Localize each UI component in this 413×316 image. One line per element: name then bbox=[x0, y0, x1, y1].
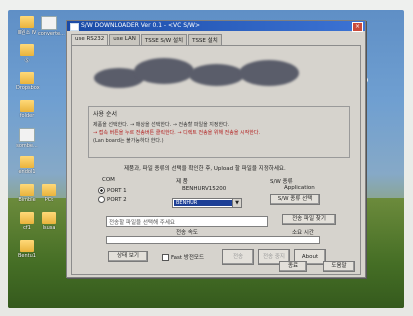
desktop-icon[interactable]: sombe... bbox=[16, 128, 38, 149]
radio-dot bbox=[98, 187, 105, 194]
title-bar[interactable]: S/W DOWNLOADER Ver 0.1 - <VC S/W> × bbox=[67, 21, 365, 32]
tab-lan[interactable]: use LAN bbox=[109, 34, 140, 45]
desktop-icon[interactable]: Isusa bbox=[38, 212, 60, 231]
product-group-title: 제 품 bbox=[176, 179, 188, 185]
desktop-icon[interactable]: Dropsbox bbox=[16, 72, 40, 91]
app-icon bbox=[70, 23, 79, 31]
desktop-icon-label: Bentu1 bbox=[18, 253, 36, 259]
fast-mode-checkbox[interactable]: Fast 방전모드 bbox=[162, 253, 204, 261]
desktop-icon[interactable]: Bimble bbox=[16, 184, 38, 203]
desktop-icon-label: folder bbox=[19, 113, 35, 119]
desktop-icon[interactable]: Ⅲ원소 Ⅳ bbox=[16, 16, 38, 36]
chevron-down-icon[interactable]: ▼ bbox=[232, 199, 241, 207]
file-path-placeholder: 전송할 파일을 선택해 주세요 bbox=[109, 220, 175, 226]
guide-text: 제품과, 파일 종류의 선택을 확인한 후, Upload 할 파일을 지정하세… bbox=[124, 166, 286, 172]
tab-panel: 사용 순서 제품을 선택한다. → 매상을 선택한다. → 전송할 파일을 지정… bbox=[71, 45, 361, 275]
desktop-icon[interactable]: Bentu1 bbox=[16, 240, 38, 259]
checkbox-box bbox=[162, 253, 169, 261]
desktop-icon-label: converte... bbox=[38, 31, 65, 37]
notice-line: (Lan board는 불가능하다 한다.) bbox=[93, 138, 164, 144]
sw-type-value: Application bbox=[284, 185, 315, 191]
port2-radio[interactable]: PORT 2 bbox=[98, 196, 127, 203]
port2-label: PORT 2 bbox=[107, 196, 127, 203]
desktop-icon-label: cf1 bbox=[23, 225, 31, 231]
help-button[interactable]: 도움말 bbox=[323, 261, 355, 272]
time-label: 소요 시간 bbox=[292, 230, 314, 236]
desktop-icon-label: Ⓢ bbox=[24, 58, 30, 64]
desktop-icon[interactable]: Ⓢ bbox=[16, 44, 38, 64]
window-title: S/W DOWNLOADER Ver 0.1 - <VC S/W> bbox=[81, 22, 201, 29]
exit-button[interactable]: 종료 bbox=[279, 261, 307, 272]
sw-type-title: S/W 종류 bbox=[270, 179, 293, 185]
tab-tsse[interactable]: TSSE 설치 bbox=[188, 34, 222, 45]
desktop-icon-label: PCt bbox=[44, 197, 54, 203]
desktop-icon[interactable]: endol1 bbox=[16, 156, 38, 175]
send-button[interactable]: 전송 bbox=[222, 249, 254, 265]
desktop-icon-label: Ⅲ원소 Ⅳ bbox=[17, 30, 37, 36]
desktop-icon-label: Bimble bbox=[18, 197, 36, 203]
notice-line: 제품을 선택한다. → 매상을 선택한다. → 전송할 파일을 지정한다. bbox=[93, 122, 230, 128]
desktop-icon[interactable]: folder bbox=[16, 100, 38, 119]
sw-type-select-button[interactable]: S/W 종류 선택 bbox=[270, 194, 320, 205]
com-group-title: COM bbox=[102, 177, 115, 183]
file-path-input[interactable]: 전송할 파일을 선택해 주세요 bbox=[106, 216, 268, 227]
desktop-icon-label: sombe... bbox=[16, 143, 38, 149]
desktop-icon[interactable]: cf1 bbox=[16, 212, 38, 231]
close-button[interactable]: × bbox=[352, 22, 363, 32]
desktop-icon[interactable]: converte... bbox=[38, 16, 65, 37]
progress-bar bbox=[106, 236, 320, 244]
status-button[interactable]: 상태 보기 bbox=[108, 251, 148, 262]
product-select-value: BENHUR bbox=[174, 200, 233, 206]
radio-dot bbox=[98, 196, 105, 203]
desktop-icon[interactable]: PCt bbox=[38, 184, 60, 203]
select-file-button[interactable]: 전송 파일 찾기 bbox=[282, 214, 336, 225]
desktop-icon-label: endol1 bbox=[18, 169, 36, 175]
product-select[interactable]: BENHUR ▼ bbox=[172, 198, 242, 208]
product-model: BENHURV15200 bbox=[182, 186, 227, 192]
notice-title: 사용 순서 bbox=[93, 111, 117, 118]
brand-logo bbox=[94, 54, 304, 94]
tab-bar: use RS232 use LAN TSSE S/W 설치 TSSE 설치 bbox=[67, 31, 365, 45]
fast-mode-label: Fast 방전모드 bbox=[171, 255, 205, 261]
tab-tsse-sw[interactable]: TSSE S/W 설치 bbox=[140, 34, 188, 45]
tab-rs232[interactable]: use RS232 bbox=[71, 34, 109, 45]
port1-label: PORT 1 bbox=[107, 187, 127, 194]
notice-line: → 접속 버튼을 누르 전송버튼 클릭한다. → 디렉트 전송을 위해 전송을 … bbox=[93, 130, 261, 136]
desktop-icon-label: Isusa bbox=[42, 225, 56, 231]
desktop-icon-label: Dropsbox bbox=[16, 85, 40, 91]
speed-label: 전송 속도 bbox=[176, 230, 198, 236]
port1-radio[interactable]: PORT 1 bbox=[98, 187, 127, 194]
downloader-window: S/W DOWNLOADER Ver 0.1 - <VC S/W> × use … bbox=[66, 20, 366, 278]
usage-notice: 사용 순서 제품을 선택한다. → 매상을 선택한다. → 전송할 파일을 지정… bbox=[88, 106, 350, 158]
